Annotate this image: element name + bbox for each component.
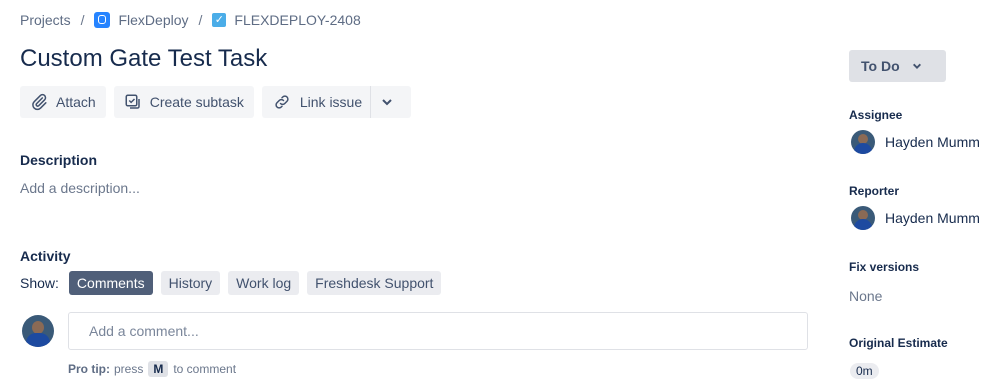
link-issue-label: Link issue — [299, 94, 363, 110]
reporter-name: Hayden Mumm — [885, 210, 980, 226]
project-avatar-icon — [94, 12, 111, 28]
assignee-field[interactable]: Hayden Mumm — [851, 130, 980, 154]
pro-tip-key: M — [148, 361, 169, 377]
tab-freshdesk-support[interactable]: Freshdesk Support — [307, 271, 442, 295]
chevron-down-icon — [382, 99, 392, 106]
paperclip-icon — [32, 93, 47, 111]
fix-versions-value[interactable]: None — [849, 288, 882, 304]
assignee-label: Assignee — [849, 108, 903, 122]
issue-title[interactable]: Custom Gate Test Task — [20, 45, 267, 73]
pro-tip-label: Pro tip: — [68, 362, 110, 376]
issue-action-toolbar: Attach Create subtask Link issue — [20, 86, 419, 118]
create-subtask-label: Create subtask — [149, 94, 244, 110]
pro-tip-press: press — [114, 362, 144, 376]
subtask-icon — [125, 94, 140, 109]
breadcrumb-separator: / — [80, 12, 85, 28]
original-estimate-label: Original Estimate — [849, 336, 948, 350]
description-placeholder[interactable]: Add a description... — [20, 180, 140, 196]
fix-versions-label: Fix versions — [849, 260, 920, 274]
reporter-avatar — [851, 206, 875, 230]
task-type-icon: ✓ — [212, 13, 227, 27]
status-dropdown[interactable]: To Do — [849, 50, 946, 82]
breadcrumb-issue-key[interactable]: FLEXDEPLOY-2408 — [234, 12, 360, 28]
status-label: To Do — [861, 58, 900, 74]
original-estimate-field[interactable]: 0m — [850, 362, 879, 380]
original-estimate-value: 0m — [850, 363, 879, 379]
current-user-avatar — [22, 315, 54, 347]
activity-filter: Show: Comments History Work log Freshdes… — [20, 271, 449, 295]
breadcrumb-project[interactable]: FlexDeploy — [118, 12, 188, 28]
breadcrumb-projects[interactable]: Projects — [20, 12, 71, 28]
more-actions-button[interactable] — [370, 86, 412, 118]
tab-history[interactable]: History — [160, 271, 221, 295]
breadcrumb-separator: / — [198, 12, 203, 28]
attach-label: Attach — [56, 94, 96, 110]
link-icon — [275, 95, 289, 109]
reporter-field[interactable]: Hayden Mumm — [851, 206, 980, 230]
assignee-avatar — [851, 130, 875, 154]
tab-work-log[interactable]: Work log — [228, 271, 300, 295]
link-issue-button[interactable]: Link issue — [261, 86, 371, 118]
assignee-name: Hayden Mumm — [885, 134, 980, 150]
attach-button[interactable]: Attach — [20, 86, 106, 118]
activity-heading: Activity — [20, 248, 71, 264]
reporter-label: Reporter — [849, 184, 900, 198]
show-label: Show: — [20, 275, 59, 291]
pro-tip-rest: to comment — [173, 362, 237, 376]
create-subtask-button[interactable]: Create subtask — [113, 86, 254, 118]
breadcrumb: Projects / FlexDeploy / ✓ FLEXDEPLOY-240… — [20, 12, 361, 28]
comment-input[interactable]: Add a comment... — [68, 312, 808, 350]
description-heading: Description — [20, 152, 98, 168]
tab-comments[interactable]: Comments — [68, 271, 153, 295]
pro-tip: Pro tip: press M to comment — [68, 361, 236, 377]
chevron-down-icon — [912, 63, 921, 69]
